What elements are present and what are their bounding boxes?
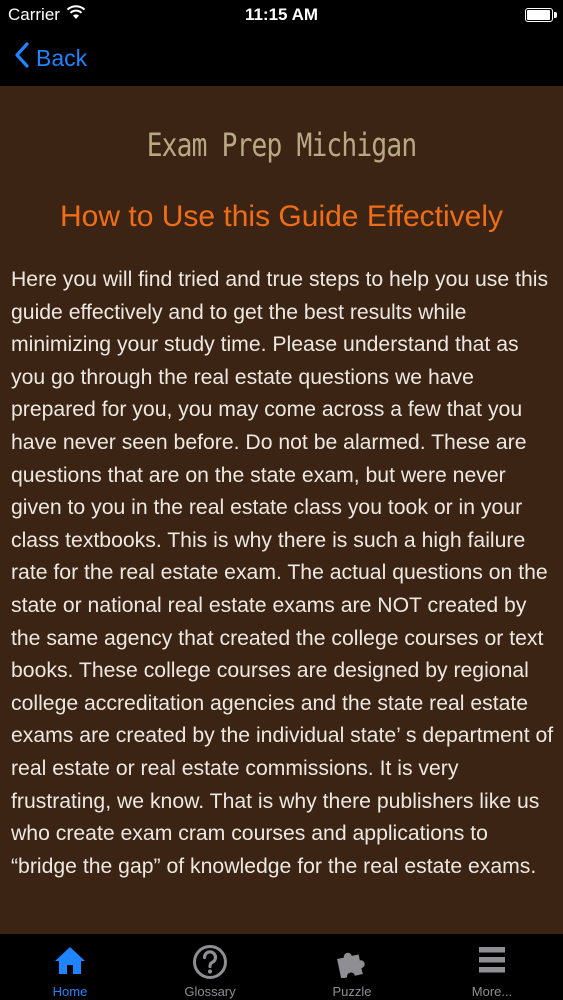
tab-home[interactable]: Home <box>15 934 125 1000</box>
clock: 11:15 AM <box>244 5 319 24</box>
puzzle-piece-icon <box>297 944 407 978</box>
back-label: Back <box>36 44 88 71</box>
chevron-left-icon <box>14 41 36 75</box>
guide-body-text: Here you will find tried and true steps … <box>11 268 554 878</box>
content-area[interactable]: Exam Prep Michigan How to Use this Guide… <box>0 86 563 934</box>
tab-puzzle[interactable]: Puzzle <box>297 934 407 1000</box>
battery-icon <box>525 8 557 22</box>
menu-lines-icon <box>437 944 547 978</box>
tab-glossary-label: Glossary <box>184 984 236 999</box>
tab-bar: Home Glossary Puzzle More... <box>0 934 563 1000</box>
app-logo-title: Exam Prep Michigan <box>146 126 417 164</box>
home-icon <box>15 944 125 978</box>
navigation-bar: Back <box>0 30 563 86</box>
back-button[interactable]: Back <box>14 40 87 76</box>
question-circle-icon <box>155 944 265 979</box>
tab-more-label: More... <box>471 984 513 999</box>
tab-home-label: Home <box>52 984 88 999</box>
tab-glossary[interactable]: Glossary <box>155 934 265 1000</box>
status-bar: Carrier 11:15 AM <box>0 0 563 30</box>
page-heading: How to Use this Guide Effectively <box>60 200 503 233</box>
tab-more[interactable]: More... <box>437 934 547 1000</box>
tab-puzzle-label: Puzzle <box>332 984 372 999</box>
